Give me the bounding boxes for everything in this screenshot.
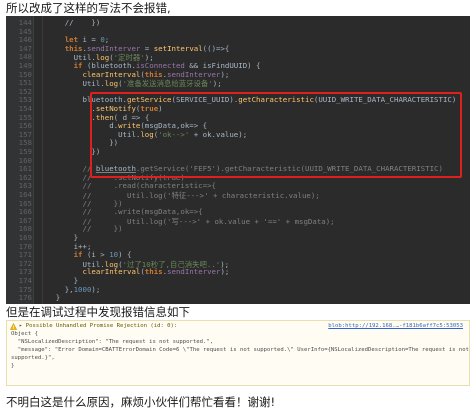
code-line: // }) [38, 18, 101, 27]
console-object-close: } [11, 363, 15, 369]
source-link[interactable]: blob:http://192.168.…-f181b6aff7c5:53053 [328, 323, 463, 329]
code-token: Util. [38, 79, 105, 89]
code-line: } [38, 293, 60, 302]
code-token: ); [220, 267, 230, 277]
console-object-open: Object { [11, 331, 38, 337]
highlight-box [90, 92, 462, 178]
caption-top: 所以改成了这样的写法不会报错, [6, 1, 171, 15]
code-token: ); [220, 69, 230, 79]
warning-icon [10, 323, 17, 330]
code-token: this [144, 267, 163, 277]
code-line: Util.log('准备发送消息给蓝牙设备'); [38, 78, 222, 89]
code-token: sendInterver [167, 267, 221, 277]
line-number-gutter: 144 145 146 147 148 149 150 151 152 153 154 155 156 1… [6, 16, 34, 304]
line-number: 176 [18, 293, 32, 303]
console-message-cont: supported.}", [11, 355, 55, 361]
code-token: setInterval [153, 43, 203, 53]
warning-title: ▸ Possible Unhandled Promise Rejection (… [19, 323, 178, 329]
code-token: log [104, 79, 119, 89]
code-token: (()=>{ [202, 43, 230, 53]
console-message-line: "message": "Error Domain=CBATTErrorDomai… [11, 347, 470, 353]
code-token: } [38, 293, 61, 303]
code-editor[interactable]: 144 145 146 147 148 149 150 151 152 153 154 155 156 1… [6, 16, 470, 304]
code-token: '准备发送消息给蓝牙设备' [122, 79, 213, 89]
code-token: ); [212, 79, 222, 89]
console-desc-line: "NSLocalizedDescription": "The request i… [11, 339, 214, 345]
code-token: ); [91, 284, 101, 294]
caption-bottom: 不明白这是什么原因，麻烦小伙伴们帮忙看看！谢谢! [6, 395, 276, 409]
code-token: 1000 [73, 284, 92, 294]
console-warning-panel: ▸ Possible Unhandled Promise Rejection (… [6, 320, 470, 386]
code-token: // }) [38, 18, 101, 27]
caption-middle: 但是在调试过程中发现报错信息如下 [6, 305, 190, 319]
